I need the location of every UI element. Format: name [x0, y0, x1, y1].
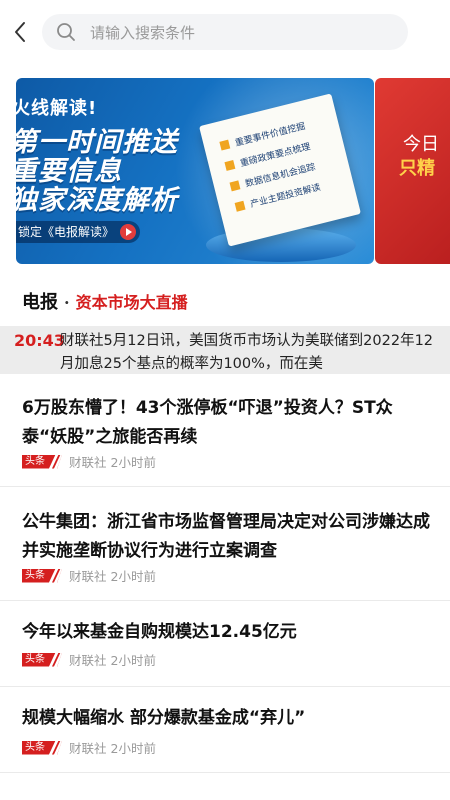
chevron-left-icon [15, 22, 25, 42]
telegraph-time: 20:43 [14, 331, 65, 350]
search-input[interactable]: 请输入搜索条件 [90, 22, 195, 43]
news-item[interactable]: 6万股东懵了！43个涨停板“吓退”投资人？ST众泰“妖股”之旅能否再续 头条 财… [0, 394, 450, 486]
headline-badge: 头条 [22, 568, 62, 583]
banner-headline-line: 独家深度解析 [16, 185, 178, 216]
divider [0, 772, 450, 773]
check-icon [234, 200, 246, 212]
search-bar[interactable]: 请输入搜索条件 [42, 14, 408, 50]
banner2-line: 只精 [399, 158, 435, 179]
banner-carousel[interactable]: 火线解读! 第一时间推送 重要信息 独家深度解析 重要事件价值挖掘 重磅政策要点… [0, 78, 450, 266]
news-meta: 头条 财联社 2小时前 [22, 566, 156, 585]
news-meta: 头条 财联社 2小时前 [22, 650, 156, 669]
news-item[interactable]: 今年以来基金自购规模达12.45亿元 头条 财联社 2小时前 [0, 618, 450, 678]
top-bar: 请输入搜索条件 [0, 0, 450, 64]
section-subtitle[interactable]: 资本市场大直播 [76, 289, 188, 313]
live-telegraph-item[interactable]: 20:43 财联社5月12日讯，美国货币市场认为美联储到2022年12月加息25… [0, 326, 450, 374]
headline-badge: 头条 [22, 740, 62, 755]
banner-cta-pill[interactable]: 锁定《电报解读》 [16, 221, 141, 243]
search-icon [57, 23, 75, 41]
banner2-line: 今日 [403, 134, 439, 155]
check-icon [224, 160, 236, 171]
news-item[interactable]: 公牛集团：浙江省市场监督管理局决定对公司涉嫌达成并实施垄断协议行为进行立案调查 … [0, 508, 450, 600]
banner-headline: 第一时间推送 重要信息 独家深度解析 [16, 128, 178, 215]
news-title[interactable]: 公牛集团：浙江省市场监督管理局决定对公司涉嫌达成并实施垄断协议行为进行立案调查 [22, 508, 432, 566]
news-meta: 头条 财联社 2小时前 [22, 738, 156, 757]
news-item[interactable]: 规模大幅缩水 部分爆款基金成“弃儿” 头条 财联社 2小时前 [0, 704, 450, 764]
section-separator: · [64, 293, 70, 312]
banner-headline-line: 重要信息 [16, 156, 122, 187]
telegraph-text: 财联社5月12日讯，美国货币市场认为美联储到2022年12月加息25个基点的概率… [60, 333, 434, 372]
news-source: 财联社 2小时前 [69, 569, 156, 584]
divider [0, 486, 450, 487]
news-title[interactable]: 6万股东懵了！43个涨停板“吓退”投资人？ST众泰“妖股”之旅能否再续 [22, 394, 432, 452]
play-icon [120, 224, 137, 240]
section-header: 电报 · 资本市场大直播 [22, 288, 188, 314]
news-source: 财联社 2小时前 [69, 653, 156, 668]
section-title: 电报 [22, 292, 58, 313]
news-title[interactable]: 今年以来基金自购规模达12.45亿元 [22, 618, 432, 647]
banner-kicker: 火线解读! [16, 98, 98, 119]
news-meta: 头条 财联社 2小时前 [22, 452, 156, 471]
check-icon [219, 139, 231, 151]
headline-badge: 头条 [22, 652, 62, 667]
divider [0, 600, 450, 601]
news-source: 财联社 2小时前 [69, 455, 156, 470]
banner-slide-next[interactable]: 今日 只精 [375, 78, 450, 264]
back-button[interactable] [8, 18, 32, 46]
headline-badge: 头条 [22, 454, 62, 469]
check-icon [229, 180, 241, 192]
news-title[interactable]: 规模大幅缩水 部分爆款基金成“弃儿” [22, 704, 432, 733]
news-source: 财联社 2小时前 [69, 741, 156, 756]
divider [0, 686, 450, 687]
banner-headline-line: 第一时间推送 [16, 127, 178, 158]
banner-cta-label: 锁定《电报解读》 [18, 225, 115, 239]
banner-slide[interactable]: 火线解读! 第一时间推送 重要信息 独家深度解析 重要事件价值挖掘 重磅政策要点… [16, 78, 374, 264]
